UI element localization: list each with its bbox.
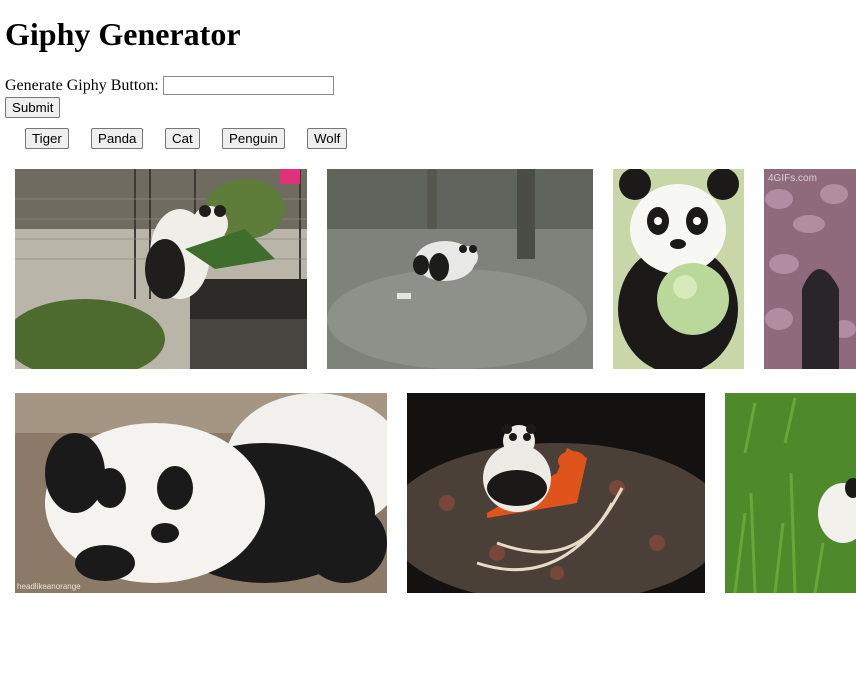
topic-button-wolf[interactable]: Wolf bbox=[307, 128, 348, 149]
submit-button[interactable]: Submit bbox=[5, 97, 61, 118]
gif-watermark: headlikeanorange bbox=[17, 582, 81, 591]
gif-watermark: 4GIFs.com bbox=[768, 173, 817, 184]
panda-gif[interactable] bbox=[613, 169, 744, 369]
topic-button-cat[interactable]: Cat bbox=[165, 128, 200, 149]
topic-button-tiger[interactable]: Tiger bbox=[25, 128, 69, 149]
panda-gif[interactable] bbox=[725, 393, 856, 593]
panda-gif[interactable] bbox=[15, 169, 307, 369]
page-title: Giphy Generator bbox=[5, 16, 241, 52]
topic-button-penguin[interactable]: Penguin bbox=[222, 128, 285, 149]
topic-button-panda[interactable]: Panda bbox=[91, 128, 144, 149]
panda-gif[interactable] bbox=[327, 169, 593, 369]
generate-button-label: Generate Giphy Button: bbox=[5, 77, 159, 94]
panda-gif[interactable]: headlikeanorange bbox=[15, 393, 387, 593]
panda-gif[interactable]: 4GIFs.com bbox=[764, 169, 856, 369]
topic-input[interactable] bbox=[163, 76, 334, 95]
panda-gif[interactable] bbox=[407, 393, 705, 593]
